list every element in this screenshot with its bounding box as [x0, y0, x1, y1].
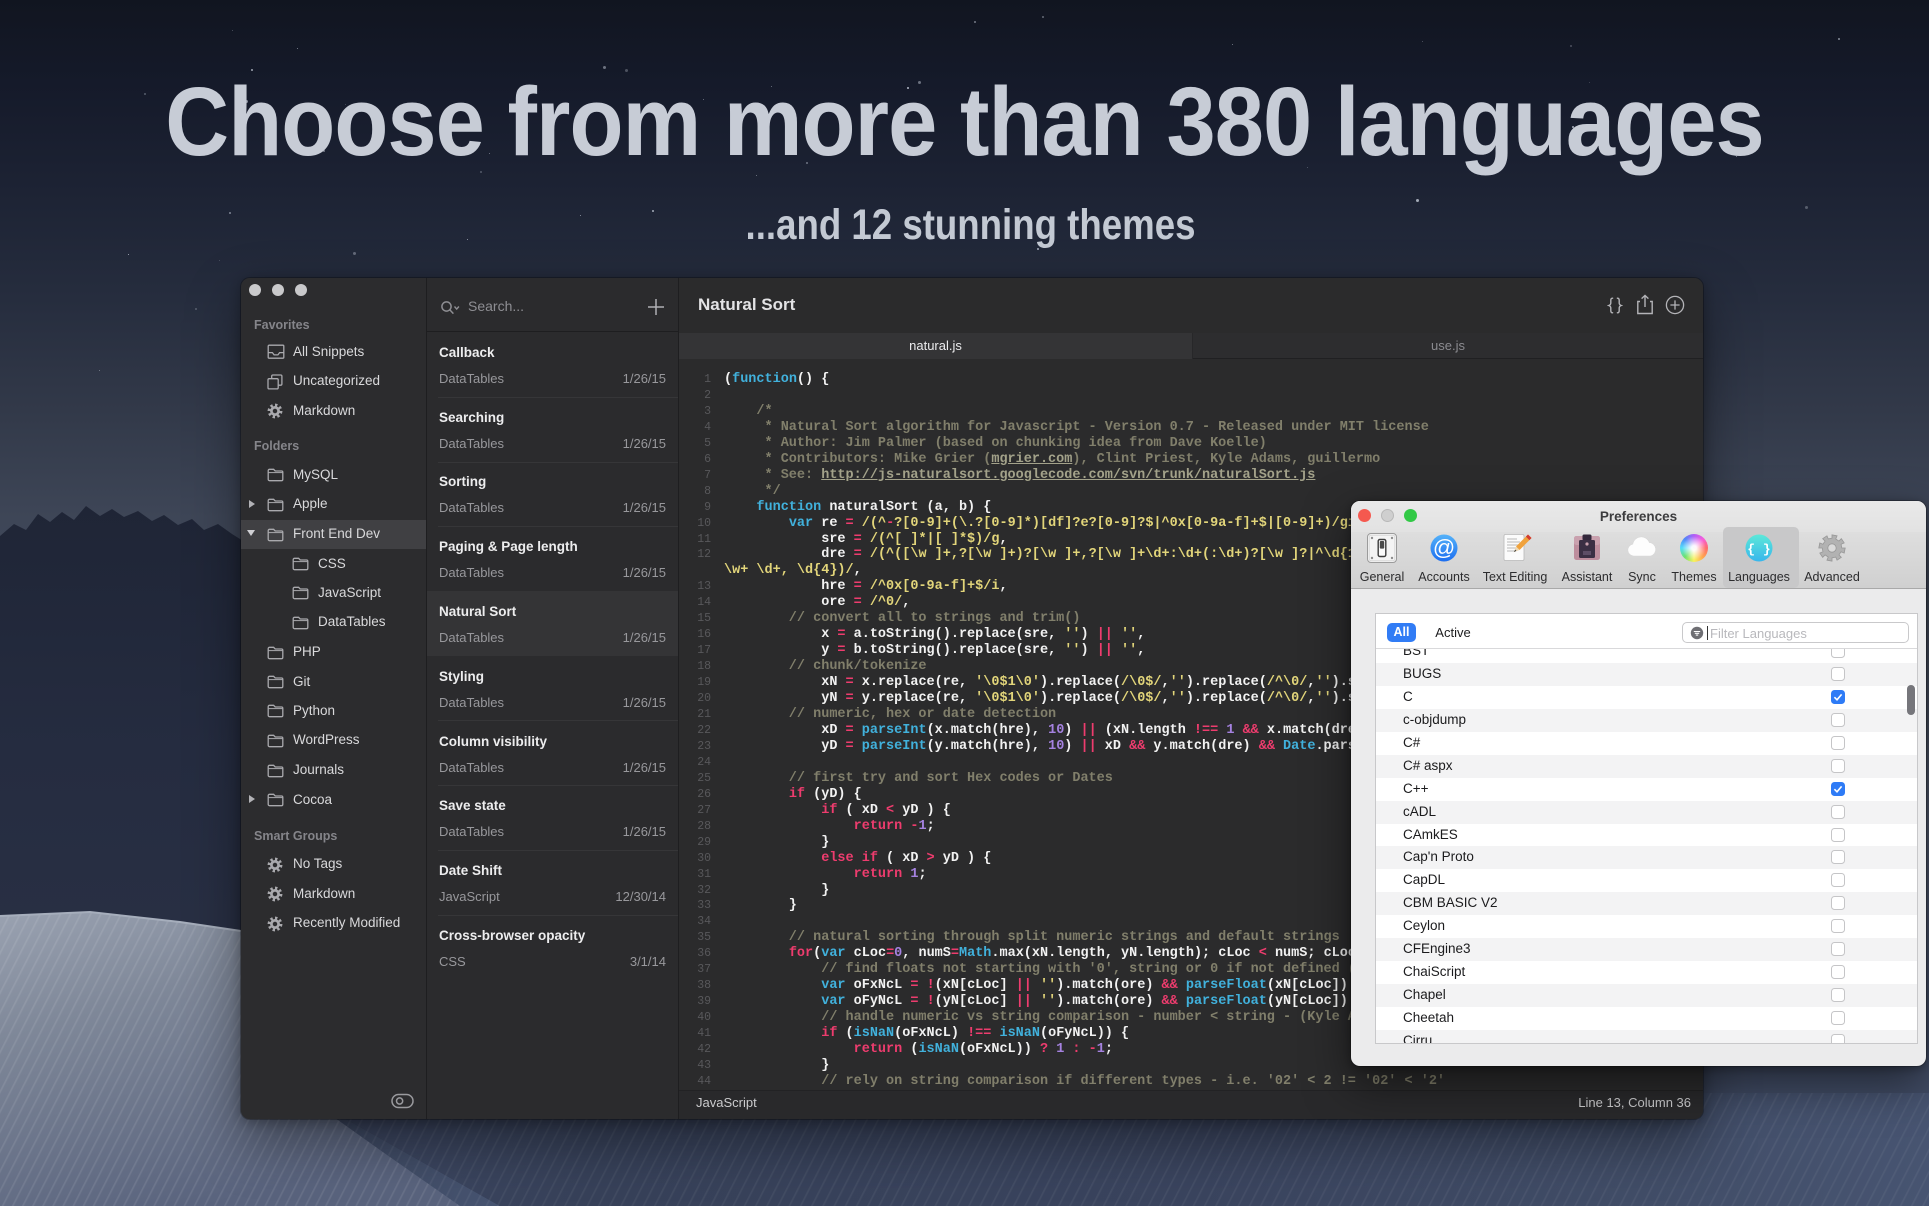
svg-text:{ }: { }: [1747, 542, 1770, 557]
svg-text:@: @: [1433, 535, 1455, 560]
